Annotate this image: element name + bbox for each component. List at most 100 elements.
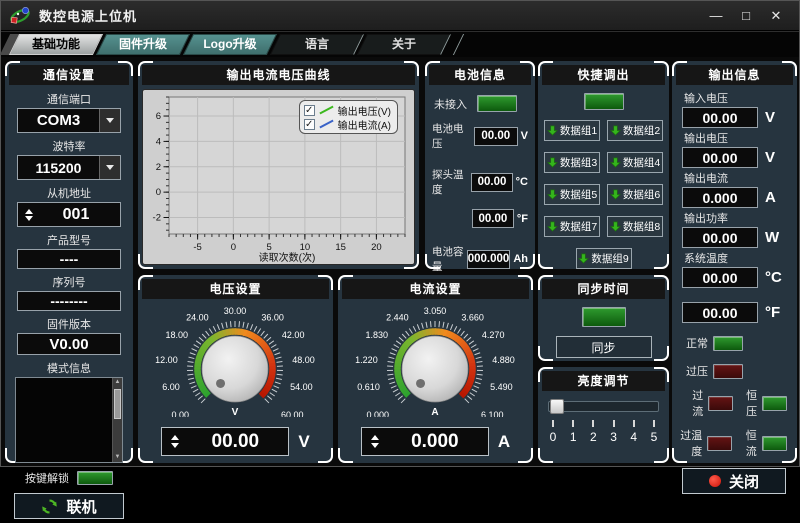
voltage-dial[interactable]: 0.006.0012.0018.0024.0030.0036.0042.0048… bbox=[139, 299, 332, 417]
svg-text:30.00: 30.00 bbox=[224, 306, 247, 316]
port-label: 通信端口 bbox=[47, 91, 91, 107]
current-setting-panel: 电流设置 0.0000.6101.2201.8302.4403.0503.660… bbox=[338, 275, 533, 463]
data-group-button-5[interactable]: 数据组5 bbox=[544, 184, 600, 205]
slave-address-stepper[interactable]: 001 bbox=[17, 202, 121, 227]
close-window-button[interactable]: ✕ bbox=[767, 8, 785, 24]
svg-text:4.270: 4.270 bbox=[482, 330, 505, 340]
data-group-button-7[interactable]: 数据组7 bbox=[544, 216, 600, 237]
current-dial[interactable]: 0.0000.6101.2201.8302.4403.0503.6604.270… bbox=[339, 299, 532, 417]
probe-temp-f-row: 00.00 °F bbox=[432, 209, 528, 228]
serial-number-label: 序列号 bbox=[53, 274, 86, 290]
tab-bar: 基础功能 固件升级 Logo升级 语言 关于 bbox=[1, 31, 799, 57]
comm-panel-title: 通信设置 bbox=[9, 65, 129, 85]
mode-info-label: 模式信息 bbox=[47, 360, 91, 376]
cv-led bbox=[762, 396, 787, 411]
tab-language[interactable]: 语言 bbox=[275, 34, 359, 55]
probe-temp-f-value: 00.00 bbox=[472, 209, 514, 228]
svg-text:6.00: 6.00 bbox=[162, 382, 180, 392]
data-group-button-9[interactable]: 数据组9 bbox=[576, 248, 632, 269]
data-group-button-8[interactable]: 数据组8 bbox=[607, 216, 663, 237]
svg-text:60.00: 60.00 bbox=[281, 410, 304, 417]
minimize-button[interactable]: — bbox=[707, 8, 725, 23]
firmware-version-value: V0.00 bbox=[17, 333, 121, 355]
svg-text:6.100: 6.100 bbox=[481, 410, 504, 417]
spinner-arrows-icon[interactable] bbox=[362, 435, 388, 448]
output-info-panel: 输出信息 输入电压 00.00V 输出电压 00.00V 输出电流 0.000A… bbox=[672, 61, 797, 463]
chart-legend: ✓ 输出电压(V) ✓ 输出电流(A) bbox=[299, 100, 398, 134]
spinner-arrows-icon[interactable] bbox=[162, 435, 188, 448]
legend-checkbox-current[interactable]: ✓ bbox=[304, 119, 315, 130]
chevron-down-icon[interactable] bbox=[99, 156, 120, 179]
key-unlock-label: 按键解锁 bbox=[25, 470, 69, 486]
svg-text:0: 0 bbox=[231, 242, 236, 253]
baud-rate-select[interactable]: 115200 bbox=[17, 155, 121, 180]
quick-recall-panel: 快捷调出 数据组1数据组2数据组3数据组4数据组5数据组6数据组7数据组8数据组… bbox=[538, 61, 669, 269]
data-group-button-1[interactable]: 数据组1 bbox=[544, 120, 600, 141]
output-panel-title: 输出信息 bbox=[676, 65, 793, 85]
app-window: 数控电源上位机 — □ ✕ 基础功能 固件升级 Logo升级 语言 关于 通信设… bbox=[0, 0, 800, 467]
current-setpoint-value: 0.000 bbox=[388, 431, 488, 453]
current-panel-title: 电流设置 bbox=[342, 279, 529, 299]
mode-info-textarea[interactable]: ▲ ▼ bbox=[15, 377, 123, 463]
slave-address-label: 从机地址 bbox=[47, 185, 91, 201]
current-setpoint-stepper[interactable]: 0.000 bbox=[361, 427, 489, 456]
legend-checkbox-voltage[interactable]: ✓ bbox=[304, 105, 315, 116]
svg-text:18.00: 18.00 bbox=[166, 330, 189, 340]
scrollbar-thumb[interactable] bbox=[114, 389, 121, 419]
voltage-panel-title: 电压设置 bbox=[142, 279, 329, 299]
data-group-button-3[interactable]: 数据组3 bbox=[544, 152, 600, 173]
battery-status-led bbox=[477, 95, 517, 112]
battery-voltage-value: 00.00 bbox=[474, 127, 518, 146]
svg-text:54.00: 54.00 bbox=[290, 382, 313, 392]
svg-text:4: 4 bbox=[156, 136, 161, 147]
green-down-arrow-icon bbox=[578, 253, 589, 264]
svg-text:-5: -5 bbox=[193, 242, 201, 253]
voltage-series-line-icon bbox=[319, 106, 333, 115]
voltage-setpoint-stepper[interactable]: 00.00 bbox=[161, 427, 289, 456]
chart-plot-area: -505101520-20246读取次数(次) ✓ 输出电压(V) ✓ 输出电流… bbox=[142, 89, 415, 265]
scroll-up-icon[interactable]: ▲ bbox=[113, 378, 122, 387]
svg-text:3.660: 3.660 bbox=[461, 312, 484, 322]
probe-temp-c-row: 探头温度 00.00 °C bbox=[432, 167, 528, 197]
firmware-version-label: 固件版本 bbox=[47, 316, 91, 332]
product-model-label: 产品型号 bbox=[47, 232, 91, 248]
battery-info-panel: 电池信息 未接入 电池电压 00.00 V 探头温度 00.00 °C 00.0… bbox=[425, 61, 535, 269]
green-down-arrow-icon bbox=[547, 221, 558, 232]
chart-title: 输出电流电压曲线 bbox=[142, 65, 415, 85]
scrollbar[interactable]: ▲ ▼ bbox=[112, 378, 122, 462]
data-group-button-2[interactable]: 数据组2 bbox=[607, 120, 663, 141]
tab-basic-functions[interactable]: 基础功能 bbox=[14, 34, 98, 55]
green-down-arrow-icon bbox=[547, 125, 558, 136]
sync-button[interactable]: 同步 bbox=[556, 336, 652, 358]
output-current-value: 0.000 bbox=[682, 187, 758, 208]
connect-button[interactable]: 联机 bbox=[14, 493, 124, 519]
svg-text:4.880: 4.880 bbox=[492, 355, 515, 365]
tab-logo-upgrade[interactable]: Logo升级 bbox=[188, 34, 272, 55]
window-title: 数控电源上位机 bbox=[39, 6, 137, 25]
current-unit: A bbox=[498, 432, 510, 452]
slider-handle[interactable] bbox=[550, 399, 564, 414]
svg-text:24.00: 24.00 bbox=[186, 312, 209, 322]
green-down-arrow-icon bbox=[610, 189, 621, 200]
tab-firmware-upgrade[interactable]: 固件升级 bbox=[101, 34, 185, 55]
key-unlock-led bbox=[77, 471, 113, 485]
scroll-down-icon[interactable]: ▼ bbox=[113, 453, 122, 462]
maximize-button[interactable]: □ bbox=[737, 8, 755, 23]
tab-about[interactable]: 关于 bbox=[362, 34, 446, 55]
spinner-arrows-icon[interactable] bbox=[18, 209, 40, 221]
output-off-button[interactable]: 关闭 bbox=[682, 468, 786, 494]
brightness-slider[interactable] bbox=[548, 401, 659, 412]
svg-text:1.220: 1.220 bbox=[355, 355, 378, 365]
product-model-value: ---- bbox=[17, 249, 121, 269]
data-group-button-6[interactable]: 数据组6 bbox=[607, 184, 663, 205]
voltage-setting-panel: 电压设置 0.006.0012.0018.0024.0030.0036.0042… bbox=[138, 275, 333, 463]
svg-text:5: 5 bbox=[266, 242, 271, 253]
data-group-button-4[interactable]: 数据组4 bbox=[607, 152, 663, 173]
legend-label-current: 输出电流(A) bbox=[338, 117, 391, 132]
slider-tick-labels: 012345 bbox=[548, 430, 659, 444]
red-dot-icon bbox=[709, 475, 721, 487]
overcurrent-led bbox=[708, 396, 733, 411]
output-voltage-value: 00.00 bbox=[682, 147, 758, 168]
com-port-select[interactable]: COM3 bbox=[17, 108, 121, 133]
chevron-down-icon[interactable] bbox=[99, 109, 120, 132]
